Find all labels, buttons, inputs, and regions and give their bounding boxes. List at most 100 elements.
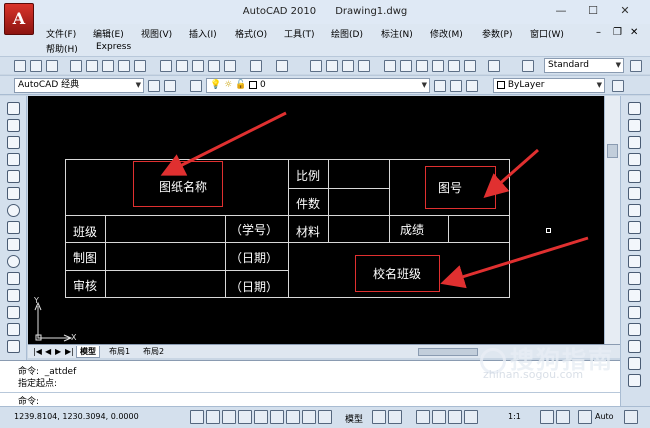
scale-icon[interactable] xyxy=(628,221,641,234)
menu-help[interactable]: 帮助(H) xyxy=(46,42,78,55)
drawing-canvas[interactable]: 图纸名称 比例 图号 件数 班级 （学号） 材料 成绩 制图 （日期） 校名班级… xyxy=(28,96,604,344)
rectangle-icon[interactable] xyxy=(7,170,20,183)
help-icon[interactable] xyxy=(488,60,500,72)
circle-icon[interactable] xyxy=(7,204,20,217)
spline-icon[interactable] xyxy=(7,238,20,251)
menu-modify[interactable]: 修改(M) xyxy=(430,27,463,40)
menu-insert[interactable]: 插入(I) xyxy=(189,27,217,40)
explode-icon[interactable] xyxy=(628,374,641,387)
workspace-settings-icon[interactable] xyxy=(148,80,160,92)
menu-dimension[interactable]: 标注(N) xyxy=(381,27,413,40)
menu-draw[interactable]: 绘图(D) xyxy=(331,27,363,40)
break-icon[interactable] xyxy=(628,306,641,319)
tab-layout1[interactable]: 布局1 xyxy=(106,346,133,358)
copy-object-icon[interactable] xyxy=(628,119,641,132)
workspace-select[interactable]: AutoCAD 经典 ▼ xyxy=(14,78,144,93)
zoom-realtime-icon[interactable] xyxy=(326,60,338,72)
erase-icon[interactable] xyxy=(628,102,641,115)
menu-express[interactable]: Express xyxy=(96,42,131,52)
maximize-button[interactable]: ☐ xyxy=(580,2,606,20)
3d-dwf-icon[interactable] xyxy=(118,60,130,72)
dim-style-icon[interactable] xyxy=(630,60,642,72)
menu-window[interactable]: 窗口(W) xyxy=(530,27,564,40)
join-icon[interactable] xyxy=(628,323,641,336)
menu-tools[interactable]: 工具(T) xyxy=(284,27,315,40)
print-preview-icon[interactable] xyxy=(86,60,98,72)
trim-icon[interactable] xyxy=(628,255,641,268)
clean-screen-icon[interactable] xyxy=(624,410,638,424)
snap-mode-icon[interactable] xyxy=(206,410,220,424)
save-icon[interactable] xyxy=(46,60,58,72)
workspace-switching-icon[interactable] xyxy=(578,410,592,424)
revision-cloud-icon[interactable] xyxy=(7,221,20,234)
infer-constraints-icon[interactable] xyxy=(190,410,204,424)
layer-select[interactable]: 💡 ☼ 🔓 0 ▼ xyxy=(206,78,430,93)
pan-icon[interactable] xyxy=(310,60,322,72)
copy-icon[interactable] xyxy=(176,60,188,72)
scrollbar-thumb[interactable] xyxy=(607,144,618,158)
markup-icon[interactable] xyxy=(448,60,460,72)
tab-nav-last-icon[interactable]: ▶| xyxy=(62,346,77,358)
publish-icon[interactable] xyxy=(102,60,114,72)
coordinates-readout[interactable]: 1239.8104, 1230.3094, 0.0000 xyxy=(14,412,139,421)
arc-icon[interactable] xyxy=(7,187,20,200)
block-editor-icon[interactable] xyxy=(224,60,236,72)
make-current-layer-icon[interactable] xyxy=(434,80,446,92)
auto-scale-icon[interactable] xyxy=(556,410,570,424)
offset-icon[interactable] xyxy=(628,153,641,166)
grid-display-icon[interactable] xyxy=(222,410,236,424)
menu-format[interactable]: 格式(O) xyxy=(235,27,267,40)
ortho-mode-icon[interactable] xyxy=(238,410,252,424)
plot-icon[interactable] xyxy=(134,60,146,72)
application-menu-button[interactable]: A xyxy=(4,3,34,35)
polyline-icon[interactable] xyxy=(7,136,20,149)
mirror-icon[interactable] xyxy=(628,136,641,149)
tool-palettes-icon[interactable] xyxy=(416,60,428,72)
doc-close-button[interactable]: ✕ xyxy=(630,27,638,38)
layer-previous-icon[interactable] xyxy=(450,80,462,92)
ellipse-arc-icon[interactable] xyxy=(7,272,20,285)
stretch-icon[interactable] xyxy=(628,238,641,251)
text-style-icon[interactable] xyxy=(522,60,534,72)
properties-icon[interactable] xyxy=(384,60,396,72)
chamfer-icon[interactable] xyxy=(628,340,641,353)
open-icon[interactable] xyxy=(30,60,42,72)
auto-button[interactable]: Auto xyxy=(595,412,614,421)
polygon-icon[interactable] xyxy=(7,153,20,166)
array-icon[interactable] xyxy=(628,170,641,183)
fillet-icon[interactable] xyxy=(628,357,641,370)
print-icon[interactable] xyxy=(70,60,82,72)
design-center-icon[interactable] xyxy=(400,60,412,72)
annotation-scale[interactable]: 1:1 xyxy=(508,412,521,421)
zoom-status-icon[interactable] xyxy=(432,410,446,424)
hatch-icon[interactable] xyxy=(7,340,20,353)
layer-states-icon[interactable] xyxy=(466,80,478,92)
menu-parametric[interactable]: 参数(P) xyxy=(482,27,512,40)
sheet-set-icon[interactable] xyxy=(432,60,444,72)
pan-status-icon[interactable] xyxy=(416,410,430,424)
move-icon[interactable] xyxy=(628,187,641,200)
zoom-previous-icon[interactable] xyxy=(358,60,370,72)
line-icon[interactable] xyxy=(7,102,20,115)
menu-view[interactable]: 视图(V) xyxy=(141,27,172,40)
doc-restore-button[interactable]: ❐ xyxy=(613,27,622,38)
object-snap-icon[interactable] xyxy=(270,410,284,424)
calculator-icon[interactable] xyxy=(464,60,476,72)
model-space-button[interactable]: 模型 xyxy=(345,412,363,425)
point-icon[interactable] xyxy=(7,323,20,336)
gear-icon[interactable] xyxy=(164,80,176,92)
rotate-icon[interactable] xyxy=(628,204,641,217)
cut-icon[interactable] xyxy=(160,60,172,72)
zoom-window-icon[interactable] xyxy=(342,60,354,72)
new-icon[interactable] xyxy=(14,60,26,72)
match-properties-icon[interactable] xyxy=(208,60,220,72)
menu-edit[interactable]: 编辑(E) xyxy=(93,27,124,40)
horizontal-scrollbar-thumb[interactable] xyxy=(418,348,478,356)
close-button[interactable]: ✕ xyxy=(612,2,638,20)
minimize-button[interactable]: — xyxy=(548,2,574,20)
undo-icon[interactable] xyxy=(250,60,262,72)
paste-icon[interactable] xyxy=(192,60,204,72)
steering-wheel-icon[interactable] xyxy=(448,410,462,424)
tab-model[interactable]: 模型 xyxy=(76,346,100,358)
dynamic-ucs-icon[interactable] xyxy=(302,410,316,424)
